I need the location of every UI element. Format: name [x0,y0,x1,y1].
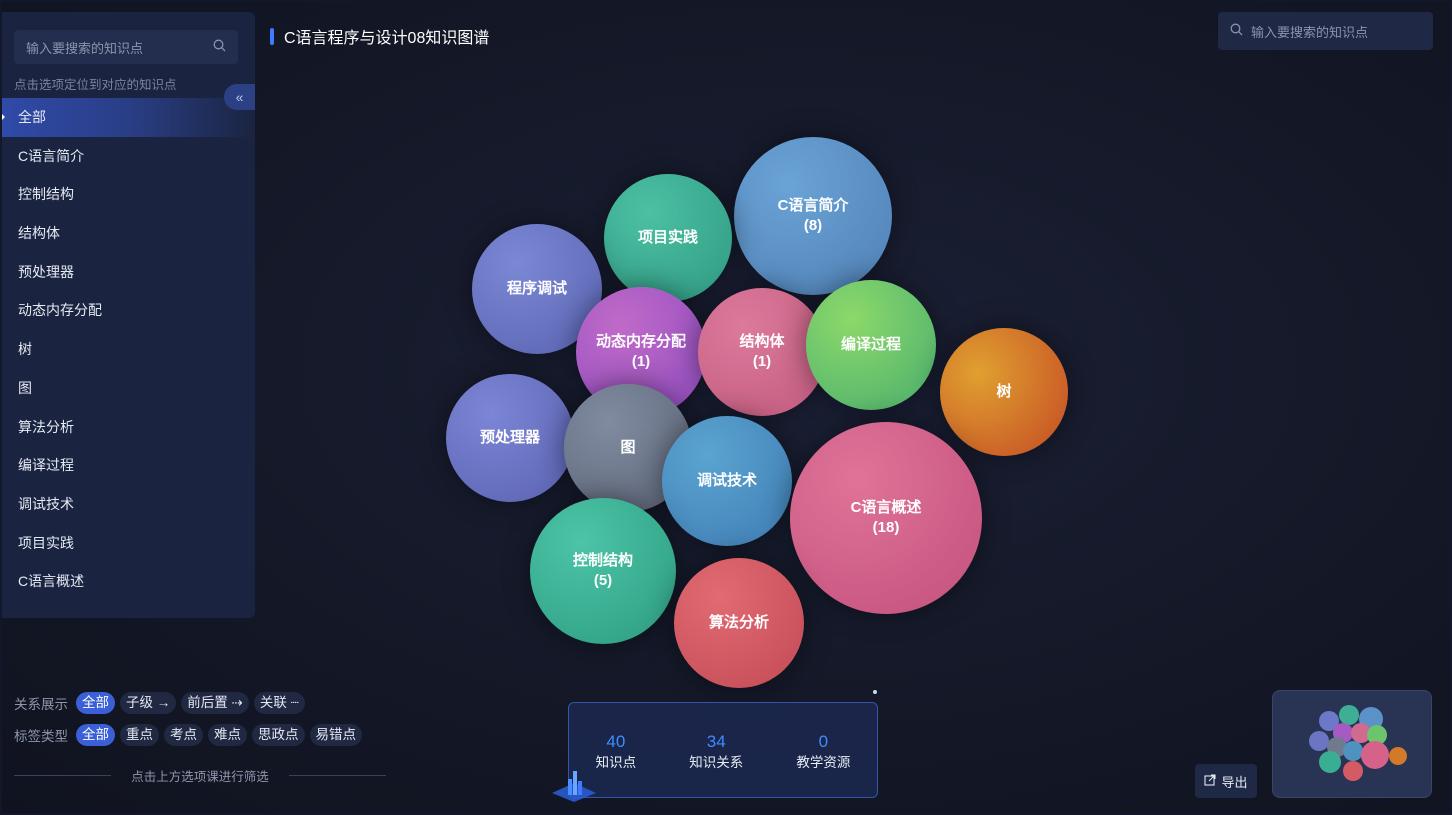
search-icon [1230,23,1243,39]
bubble-c-overview[interactable]: C语言概述 (18) [790,422,982,614]
bubble-label: 编译过程 [840,336,901,353]
tag-chip-all[interactable]: 全部 [76,724,115,746]
tag-chip-exam-point[interactable]: 考点 [164,724,203,746]
bubble-debug-tech[interactable]: 调试技术 [662,416,792,546]
sidebar-item-dynamic-memory[interactable]: 动态内存分配 [2,291,255,330]
stat-teaching-resources: 0 教学资源 [796,731,850,773]
search-icon[interactable] [213,39,226,55]
stat-label: 知识关系 [689,755,744,770]
sidebar-item-preprocessor[interactable]: 预处理器 [2,253,255,292]
graph-search-input[interactable]: 输入要搜索的知识点 [1218,12,1433,50]
stat-knowledge-points: 40 知识点 [596,731,637,773]
sidebar-item-c-overview[interactable]: C语言概述 [2,562,255,601]
minimap-bubble [1319,751,1341,773]
minimap-bubble [1343,741,1363,761]
divider-line [14,775,112,776]
bubble-label: 结构体 [739,333,785,350]
bubble-preprocessor[interactable]: 预处理器 [446,374,574,502]
minimap-bubble [1309,731,1329,751]
filter-footer-hint: 点击上方选项课进行筛选 [131,770,269,784]
graph-minimap[interactable] [1272,690,1432,798]
bubble-label: 程序调试 [506,280,567,297]
filter-footer: 点击上方选项课进行筛选 [14,766,387,785]
sidebar-item-all[interactable]: 全部 [2,98,255,137]
bubble-algorithm-analysis[interactable]: 算法分析 [674,558,804,688]
bubble-label: 项目实践 [637,229,698,246]
stats-panel: 40 知识点 34 知识关系 0 教学资源 [568,702,878,798]
sidebar-item-control-structure[interactable]: 控制结构 [2,175,255,214]
sidebar-search-placeholder: 输入要搜索的知识点 [26,40,144,56]
bubble-label: C语言概述 [850,499,922,516]
export-icon [1204,773,1217,789]
bubble-project-practice[interactable]: 项目实践 [604,174,732,302]
bubble-label: 控制结构 [572,552,633,569]
sidebar-item-compile-process[interactable]: 编译过程 [2,446,255,485]
bubble-label: 树 [996,383,1012,400]
stat-value: 34 [706,732,726,751]
relation-filter-label: 关系展示 [14,697,68,712]
minimap-bubble [1343,761,1363,781]
sidebar-item-graph[interactable]: 图 [2,369,255,408]
tag-filter-row: 标签类型 全部 重点 考点 难点 思政点 易错点 [14,724,367,746]
sidebar-search-input[interactable]: 输入要搜索的知识点 [14,30,238,64]
bubble-label: C语言简介 [777,197,849,214]
tag-filter-label: 标签类型 [14,729,68,744]
sidebar: 输入要搜索的知识点 点击选项定位到对应的知识点 « 全部 C语言简介 控制结构 … [2,12,255,618]
minimap-bubble [1389,747,1407,765]
divider-line [288,775,387,776]
bar-chart-icon [552,771,596,802]
sidebar-item-debug-tech[interactable]: 调试技术 [2,485,255,524]
relation-filter-row: 关系展示 全部 子级 → 前后置 ⇢ 关联 ┈ [14,692,310,714]
bubble-tree[interactable]: 树 [940,328,1068,456]
app-canvas: 输入要搜索的知识点 点击选项定位到对应的知识点 « 全部 C语言简介 控制结构 … [2,2,1450,813]
bubble-label: 调试技术 [696,472,757,489]
stat-label: 知识点 [595,755,637,770]
export-button[interactable]: 导出 [1195,764,1257,798]
relation-chip-child[interactable]: 子级 → [120,692,177,714]
relation-chip-prerequisite[interactable]: 前后置 ⇢ [181,692,249,714]
bubble-count: (1) [752,353,772,370]
bubble-label: 预处理器 [479,429,540,446]
stat-value: 0 [818,732,829,751]
bubble-count: (8) [803,217,823,234]
stat-value: 40 [606,732,626,751]
bubble-count: (5) [593,572,613,589]
bubble-count: (18) [872,519,900,536]
relation-chip-all[interactable]: 全部 [76,692,115,714]
tag-chip-key-point[interactable]: 重点 [120,724,159,746]
sidebar-item-tree[interactable]: 树 [2,330,255,369]
bubble-count: (1) [631,353,651,370]
bubble-c-intro[interactable]: C语言简介 (8) [734,137,892,295]
bubble-label: 动态内存分配 [595,333,686,350]
bubble-label: 算法分析 [708,614,769,631]
stat-label: 教学资源 [796,755,851,770]
bubble-control-structure[interactable]: 控制结构 (5) [530,498,676,644]
sidebar-item-c-intro[interactable]: C语言简介 [2,137,255,176]
export-label: 导出 [1221,774,1248,790]
page-title: C语言程序与设计08知识图谱 [284,30,490,47]
minimap-bubble [1361,741,1389,769]
sidebar-nav: 全部 C语言简介 控制结构 结构体 预处理器 动态内存分配 树 图 算法分析 编… [2,98,255,601]
title-accent-mark [270,27,274,45]
relation-chip-related[interactable]: 关联 ┈ [253,692,305,714]
sparkle-dot [873,690,877,694]
minimap-bubble [1339,705,1359,725]
sidebar-item-project-practice[interactable]: 项目实践 [2,524,255,563]
bubble-compile-process[interactable]: 编译过程 [806,280,936,410]
tag-chip-error-prone[interactable]: 易错点 [309,724,362,746]
tag-chip-difficulty[interactable]: 难点 [208,724,247,746]
stat-knowledge-relations: 34 知识关系 [689,731,743,773]
sidebar-item-struct[interactable]: 结构体 [2,214,255,253]
graph-search-placeholder: 输入要搜索的知识点 [1251,24,1369,40]
sidebar-hint: 点击选项定位到对应的知识点 [14,78,177,92]
tag-chip-ideology[interactable]: 思政点 [252,724,305,746]
page-title-bar: C语言程序与设计08知识图谱 [270,24,489,48]
bubble-label: 图 [620,439,636,456]
sidebar-item-algorithm-analysis[interactable]: 算法分析 [2,408,255,447]
